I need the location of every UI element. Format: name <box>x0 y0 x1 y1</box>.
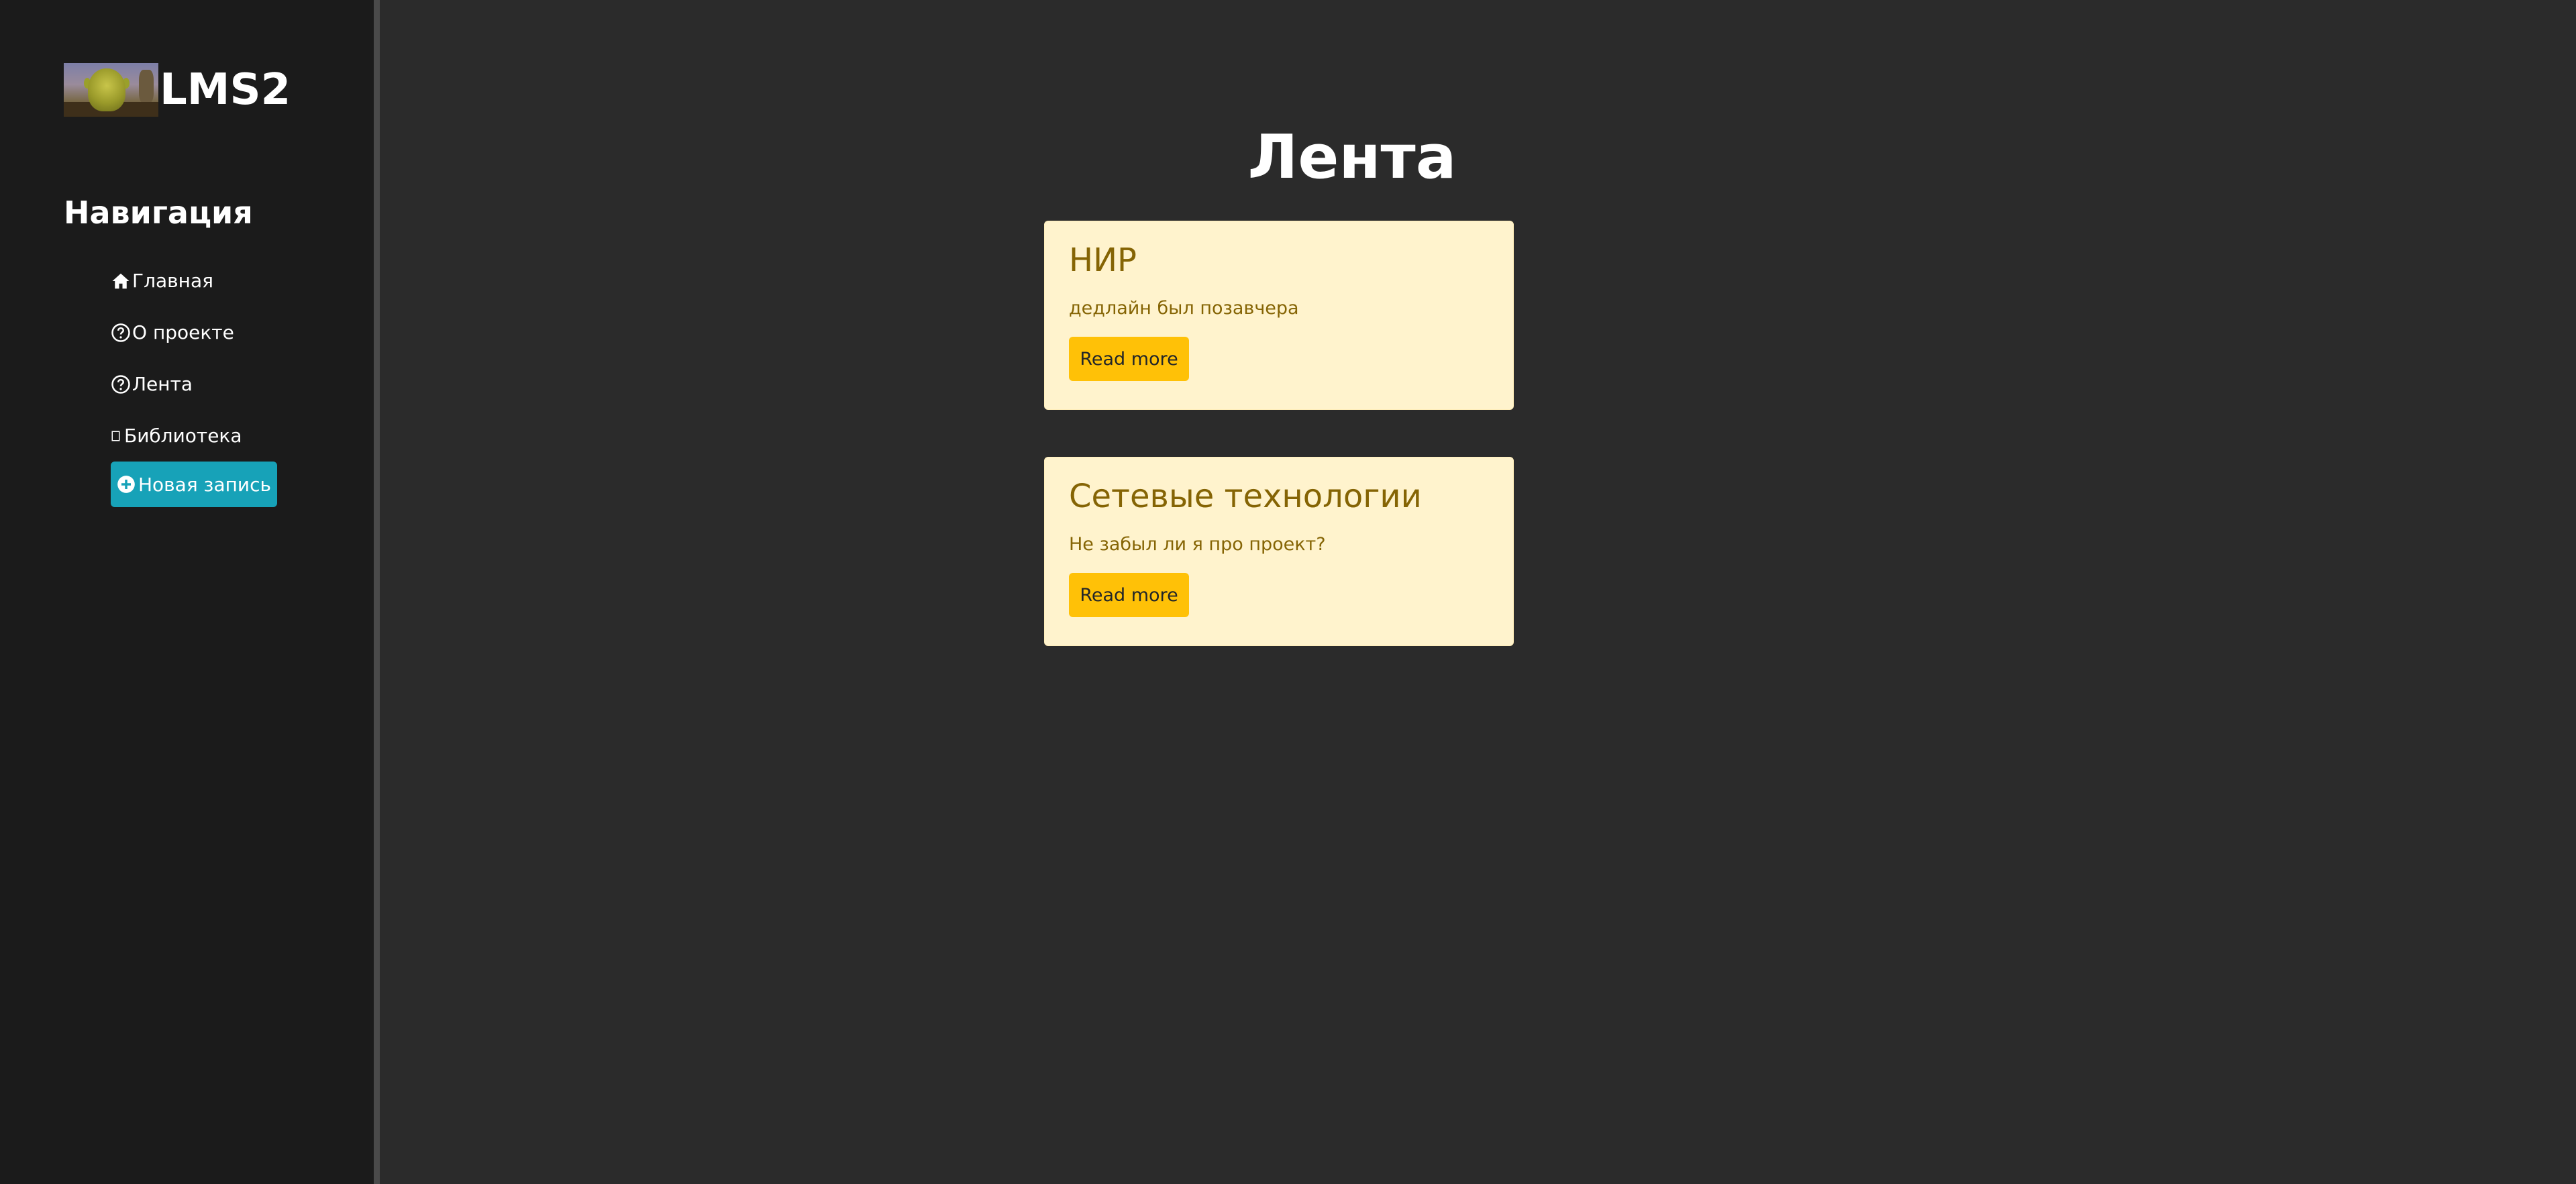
post-card: Сетевые технологии Не забыл ли я про про… <box>1044 457 1514 646</box>
question-circle-icon <box>111 323 130 342</box>
page-title: Лента <box>1247 122 1457 193</box>
missing-glyph-icon <box>111 431 120 441</box>
post-text: дедлайн был позавчера <box>1069 298 1299 319</box>
sidebar: LMS2 Навигация Главная О проекте Лента Б… <box>0 0 380 1184</box>
plus-circle-icon <box>117 476 135 493</box>
brand-name: LMS2 <box>160 65 291 115</box>
sidebar-item-label: Библиотека <box>124 425 242 447</box>
question-circle-icon <box>111 374 130 394</box>
sidebar-item-label: Главная <box>132 270 213 292</box>
nav-list: Главная О проекте Лента Библиотека <box>111 255 242 462</box>
new-post-button[interactable]: Новая запись <box>111 462 277 507</box>
brand-logo <box>64 63 158 117</box>
post-title: НИР <box>1069 241 1137 279</box>
brand[interactable]: LMS2 <box>64 63 291 117</box>
post-card: НИР дедлайн был позавчера Read more <box>1044 221 1514 410</box>
sidebar-item-label: О проекте <box>132 321 234 343</box>
nav-title: Навигация <box>64 195 253 231</box>
post-title: Сетевые технологии <box>1069 478 1422 515</box>
read-more-button[interactable]: Read more <box>1069 337 1189 381</box>
home-icon <box>112 273 130 288</box>
post-text: Не забыл ли я про проект? <box>1069 534 1326 555</box>
sidebar-item-library[interactable]: Библиотека <box>111 410 242 462</box>
sidebar-item-home[interactable]: Главная <box>111 255 242 307</box>
new-post-label: Новая запись <box>138 473 272 496</box>
sidebar-item-label: Лента <box>132 373 193 395</box>
sidebar-item-feed[interactable]: Лента <box>111 358 242 410</box>
read-more-button[interactable]: Read more <box>1069 573 1189 617</box>
sidebar-item-about[interactable]: О проекте <box>111 307 242 358</box>
